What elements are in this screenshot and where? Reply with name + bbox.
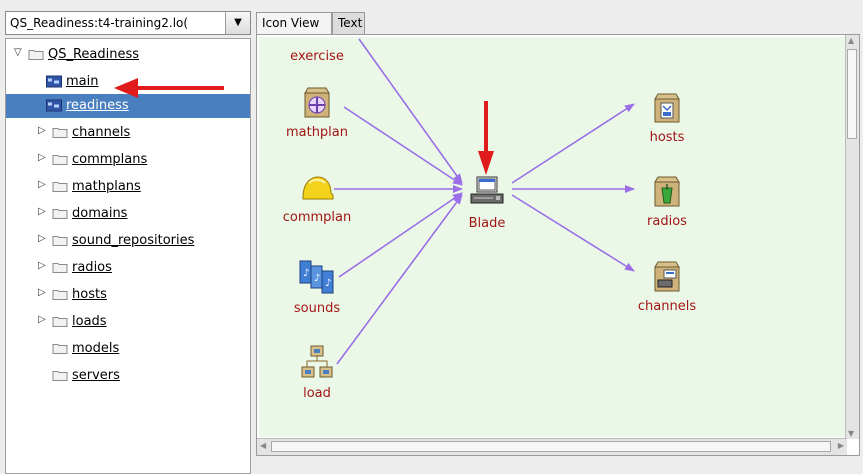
tree-item-hosts[interactable]: ▷ hosts — [6, 283, 250, 307]
tree-item-channels[interactable]: ▷ channels — [6, 121, 250, 145]
edge-mathplan-blade — [343, 106, 463, 186]
tree-item-label: domains — [72, 206, 128, 221]
annotation-arrow-icon — [478, 101, 494, 175]
tree-item-label: models — [72, 341, 120, 356]
tree-item-label: main — [66, 74, 99, 89]
node-mathplan[interactable]: mathplan — [277, 85, 357, 140]
tree-item-qs-readiness[interactable]: ▽ QS_Readiness — [6, 43, 250, 67]
helmet-icon — [302, 176, 334, 200]
model-selector[interactable]: QS_Readiness:t4-training2.lo( ▼ — [5, 11, 251, 35]
folder-icon — [52, 182, 68, 192]
svg-text:♪: ♪ — [303, 268, 309, 279]
project-tree[interactable]: ▽ QS_Readiness main readiness ▷ channels… — [5, 38, 251, 474]
node-label: sounds — [293, 301, 341, 316]
node-load[interactable]: load — [277, 345, 357, 401]
tree-item-label: loads — [72, 314, 107, 329]
computer-icon — [470, 176, 504, 204]
expand-icon[interactable]: ▷ — [38, 314, 48, 325]
radios-icon — [654, 176, 680, 207]
folder-icon — [52, 371, 68, 381]
tree-item-label: radios — [72, 260, 112, 275]
folder-icon — [52, 155, 68, 165]
tab-text[interactable]: Text — [332, 12, 365, 34]
tree-item-sound-repositories[interactable]: ▷ sound_repositories — [6, 229, 250, 253]
node-label: load — [303, 386, 331, 401]
tree-item-loads[interactable]: ▷ loads — [6, 310, 250, 334]
vertical-scrollbar[interactable]: ▲ ▼ — [845, 35, 859, 439]
tree-item-label: hosts — [72, 287, 107, 302]
view-icon — [46, 99, 62, 112]
node-channels[interactable]: channels — [627, 259, 707, 314]
expand-icon[interactable]: ▷ — [38, 233, 48, 244]
graph-canvas[interactable]: exercise mathplan commplan ♪ ♪ ♪ sounds … — [259, 37, 845, 437]
node-label: hosts — [649, 130, 685, 145]
scroll-up-icon[interactable]: ▲ — [848, 36, 854, 45]
tree-item-models[interactable]: models — [6, 337, 250, 361]
tree-item-servers[interactable]: servers — [6, 364, 250, 388]
tree-item-label: channels — [72, 125, 131, 140]
tab-icon-view[interactable]: Icon View — [256, 12, 332, 34]
folder-icon — [28, 50, 44, 60]
view-icon — [46, 75, 62, 88]
folder-icon — [52, 344, 68, 354]
expand-icon[interactable]: ▷ — [38, 287, 48, 298]
tree-item-domains[interactable]: ▷ domains — [6, 202, 250, 226]
folder-icon — [52, 128, 68, 138]
scroll-down-icon[interactable]: ▼ — [848, 429, 854, 438]
node-label: Blade — [468, 216, 506, 231]
mathplan-icon — [304, 87, 330, 118]
load-icon — [301, 345, 333, 378]
tree-item-label: servers — [72, 368, 120, 383]
folder-icon — [52, 317, 68, 327]
node-hosts[interactable]: hosts — [627, 92, 707, 145]
folder-icon — [52, 236, 68, 246]
icon-view-panel: exercise mathplan commplan ♪ ♪ ♪ sounds … — [256, 34, 860, 456]
folder-icon — [52, 263, 68, 273]
svg-text:♪: ♪ — [325, 278, 331, 289]
expand-icon[interactable]: ▷ — [38, 152, 48, 163]
node-label: radios — [647, 214, 687, 229]
sounds-icon: ♪ ♪ ♪ — [299, 260, 334, 294]
channels-icon — [654, 261, 680, 292]
tree-item-label: commplans — [72, 152, 148, 167]
tree-item-mathplans[interactable]: ▷ mathplans — [6, 175, 250, 199]
expand-icon[interactable]: ▷ — [38, 179, 48, 190]
expand-icon[interactable]: ▷ — [38, 260, 48, 271]
edge-blade-hosts — [511, 103, 635, 184]
node-label: commplan — [282, 210, 352, 225]
tree-item-label: sound_repositories — [72, 233, 195, 248]
edge-blade-channels — [511, 194, 635, 272]
edge-sounds-blade — [338, 192, 463, 278]
scroll-left-icon[interactable]: ◀ — [260, 441, 266, 450]
horizontal-scroll-thumb[interactable] — [271, 441, 831, 452]
node-sounds[interactable]: ♪ ♪ ♪ sounds — [277, 259, 357, 316]
tree-item-commplans[interactable]: ▷ commplans — [6, 148, 250, 172]
tree-item-label: QS_Readiness — [48, 47, 140, 62]
node-exercise[interactable]: exercise — [277, 49, 357, 64]
dropdown-arrow-icon[interactable]: ▼ — [225, 12, 250, 34]
node-blade[interactable]: Blade — [455, 175, 519, 231]
model-selector-value: QS_Readiness:t4-training2.lo( — [10, 16, 189, 30]
horizontal-scrollbar[interactable]: ◀ ▶ — [257, 438, 847, 455]
collapse-icon[interactable]: ▽ — [14, 47, 24, 58]
expand-icon[interactable]: ▷ — [38, 125, 48, 136]
folder-icon — [52, 209, 68, 219]
node-radios[interactable]: radios — [627, 174, 707, 229]
expand-icon[interactable]: ▷ — [38, 206, 48, 217]
node-label: channels — [637, 299, 697, 314]
tree-item-radios[interactable]: ▷ radios — [6, 256, 250, 280]
hosts-icon — [654, 93, 680, 123]
node-label: mathplan — [285, 125, 349, 140]
scroll-right-icon[interactable]: ▶ — [838, 441, 844, 450]
edge-exercise-blade — [358, 38, 463, 184]
vertical-scroll-thumb[interactable] — [847, 49, 857, 139]
svg-text:♪: ♪ — [314, 273, 320, 284]
tree-item-label: mathplans — [72, 179, 141, 194]
node-label: exercise — [290, 49, 344, 64]
folder-icon — [52, 290, 68, 300]
annotation-arrow-icon — [114, 78, 224, 98]
node-commplan[interactable]: commplan — [277, 175, 357, 225]
